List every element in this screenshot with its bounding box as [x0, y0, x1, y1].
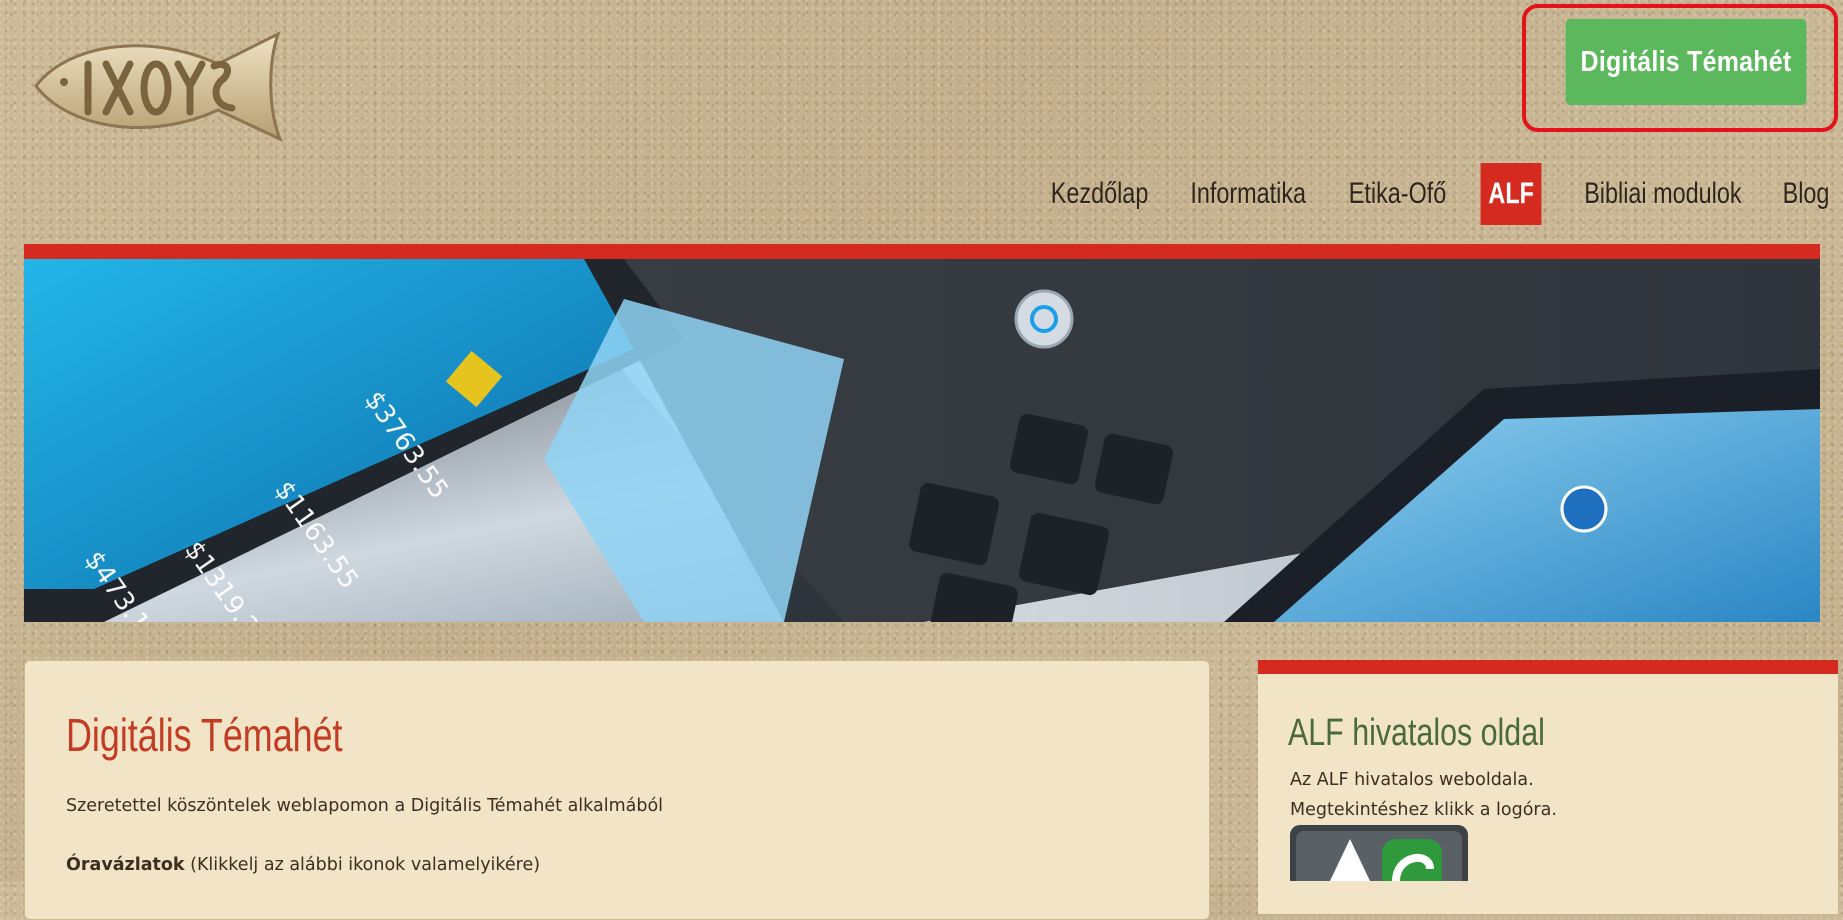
lesson-plans-text: Óravázlatok (Klikkelj az alábbi ikonok v…	[66, 855, 540, 875]
nav-item-alf[interactable]: ALF	[1480, 163, 1542, 225]
sidebar-title: ALF hivatalos oldal	[1288, 712, 1545, 754]
nav-item-bibliai-modulok[interactable]: Bibliai modulok	[1584, 163, 1741, 225]
sidebar-text-line1: Az ALF hivatalos weboldala.	[1290, 770, 1534, 790]
lesson-plans-label: Óravázlatok	[66, 855, 185, 875]
lesson-plans-hint: (Klikkelj az alábbi ikonok valamelyikére…	[184, 855, 541, 875]
page-title: Digitális Témahét	[66, 709, 343, 761]
hero-devices-image: $1163.55 $3763.55 $1319.27 $473.18	[24, 259, 1820, 622]
alf-logo-icon[interactable]	[1290, 825, 1468, 881]
nav-item-informatika[interactable]: Informatika	[1191, 163, 1307, 225]
main-nav: Kezdőlap Informatika Etika-Ofő ALF Bibli…	[990, 163, 1830, 225]
nav-item-blog[interactable]: Blog	[1783, 163, 1830, 225]
nav-item-kezdolap[interactable]: Kezdőlap	[1051, 163, 1149, 225]
digitalis-temahet-button[interactable]: Digitális Témahét	[1565, 19, 1807, 105]
main-content-panel	[24, 660, 1210, 920]
intro-text: Szeretettel köszöntelek weblapomon a Dig…	[66, 796, 664, 816]
nav-item-etika-ofo[interactable]: Etika-Ofő	[1349, 163, 1447, 225]
ichthys-fish-logo-icon[interactable]	[28, 24, 318, 149]
hero-top-bar	[24, 244, 1820, 259]
sidebar-text-line2: Megtekintéshez klikk a logóra.	[1290, 800, 1557, 820]
sidebar-top-bar	[1258, 660, 1838, 674]
